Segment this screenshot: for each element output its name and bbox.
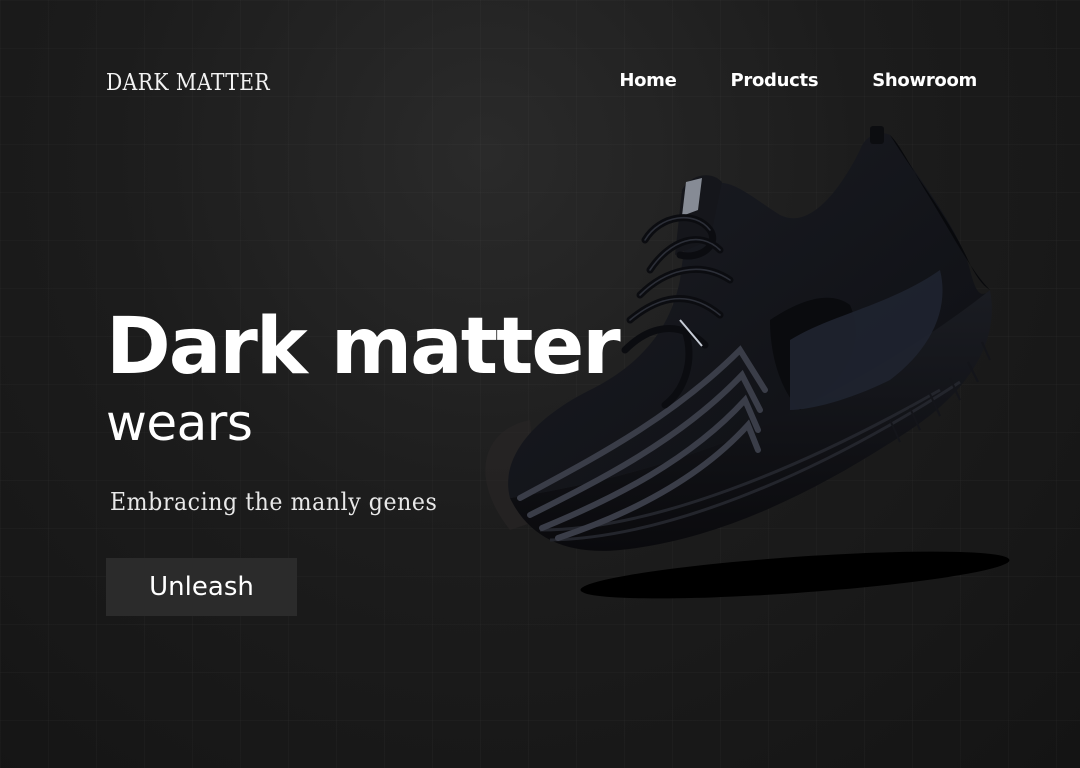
hero-title: Dark matter	[106, 302, 621, 392]
main-nav: Home Products Showroom	[619, 70, 977, 91]
nav-home[interactable]: Home	[619, 70, 677, 91]
hero-tagline: Embracing the manly genes	[110, 488, 438, 516]
landing-page: DARK MATTER Home Products Showroom Dark …	[0, 0, 1080, 768]
unleash-button[interactable]: Unleash	[106, 558, 297, 616]
nav-showroom[interactable]: Showroom	[872, 70, 977, 91]
nav-products[interactable]: Products	[731, 70, 819, 91]
hero-subtitle: wears	[106, 394, 253, 452]
brand-logo[interactable]: DARK MATTER	[106, 70, 270, 96]
